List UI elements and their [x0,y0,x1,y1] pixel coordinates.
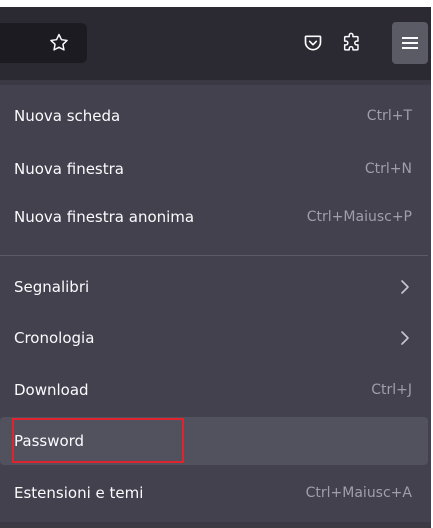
menu-item-history[interactable]: Cronologia [0,314,428,362]
menu-item-label: Estensioni e temi [14,484,144,502]
menu-item-label: Nuova finestra [14,160,124,178]
menu-item-new-private-window[interactable]: Nuova finestra anonima Ctrl+Maiusc+P [0,193,428,241]
menu-item-label: Segnalibri [14,278,90,296]
navigation-toolbar [0,7,431,80]
menu-item-label: Cronologia [14,329,95,347]
menu-item-shortcut: Ctrl+N [364,161,412,177]
menu-item-passwords[interactable]: Password [0,417,428,465]
menu-item-new-tab[interactable]: Nuova scheda Ctrl+T [0,92,428,140]
hamburger-menu-icon[interactable] [392,22,428,64]
menu-item-new-window[interactable]: Nuova finestra Ctrl+N [0,145,428,193]
menu-item-label: Nuova scheda [14,107,121,125]
address-bar[interactable] [0,23,87,63]
menu-item-bookmarks[interactable]: Segnalibri [0,263,428,311]
menu-item-addons-themes[interactable]: Estensioni e temi Ctrl+Maiusc+A [0,469,428,517]
browser-window: Nuova scheda Ctrl+T Nuova finestra Ctrl+… [0,0,433,528]
puzzle-piece-icon[interactable] [340,31,364,55]
menu-item-label: Download [14,381,89,399]
menu-separator [0,255,428,256]
menu-item-shortcut: Ctrl+T [366,108,412,124]
panel-bottom-edge [0,522,431,528]
menu-item-shortcut: Ctrl+Maiusc+P [306,209,412,225]
menu-item-label: Nuova finestra anonima [14,208,195,226]
menu-item-label: Password [14,432,85,450]
star-icon[interactable] [47,31,71,55]
chevron-right-icon [398,279,412,295]
menu-item-downloads[interactable]: Download Ctrl+J [0,366,428,414]
chevron-right-icon [398,330,412,346]
pocket-icon[interactable] [302,32,324,54]
panel-top-edge [0,80,431,85]
menu-item-shortcut: Ctrl+J [371,382,412,398]
menu-item-shortcut: Ctrl+Maiusc+A [305,485,412,501]
